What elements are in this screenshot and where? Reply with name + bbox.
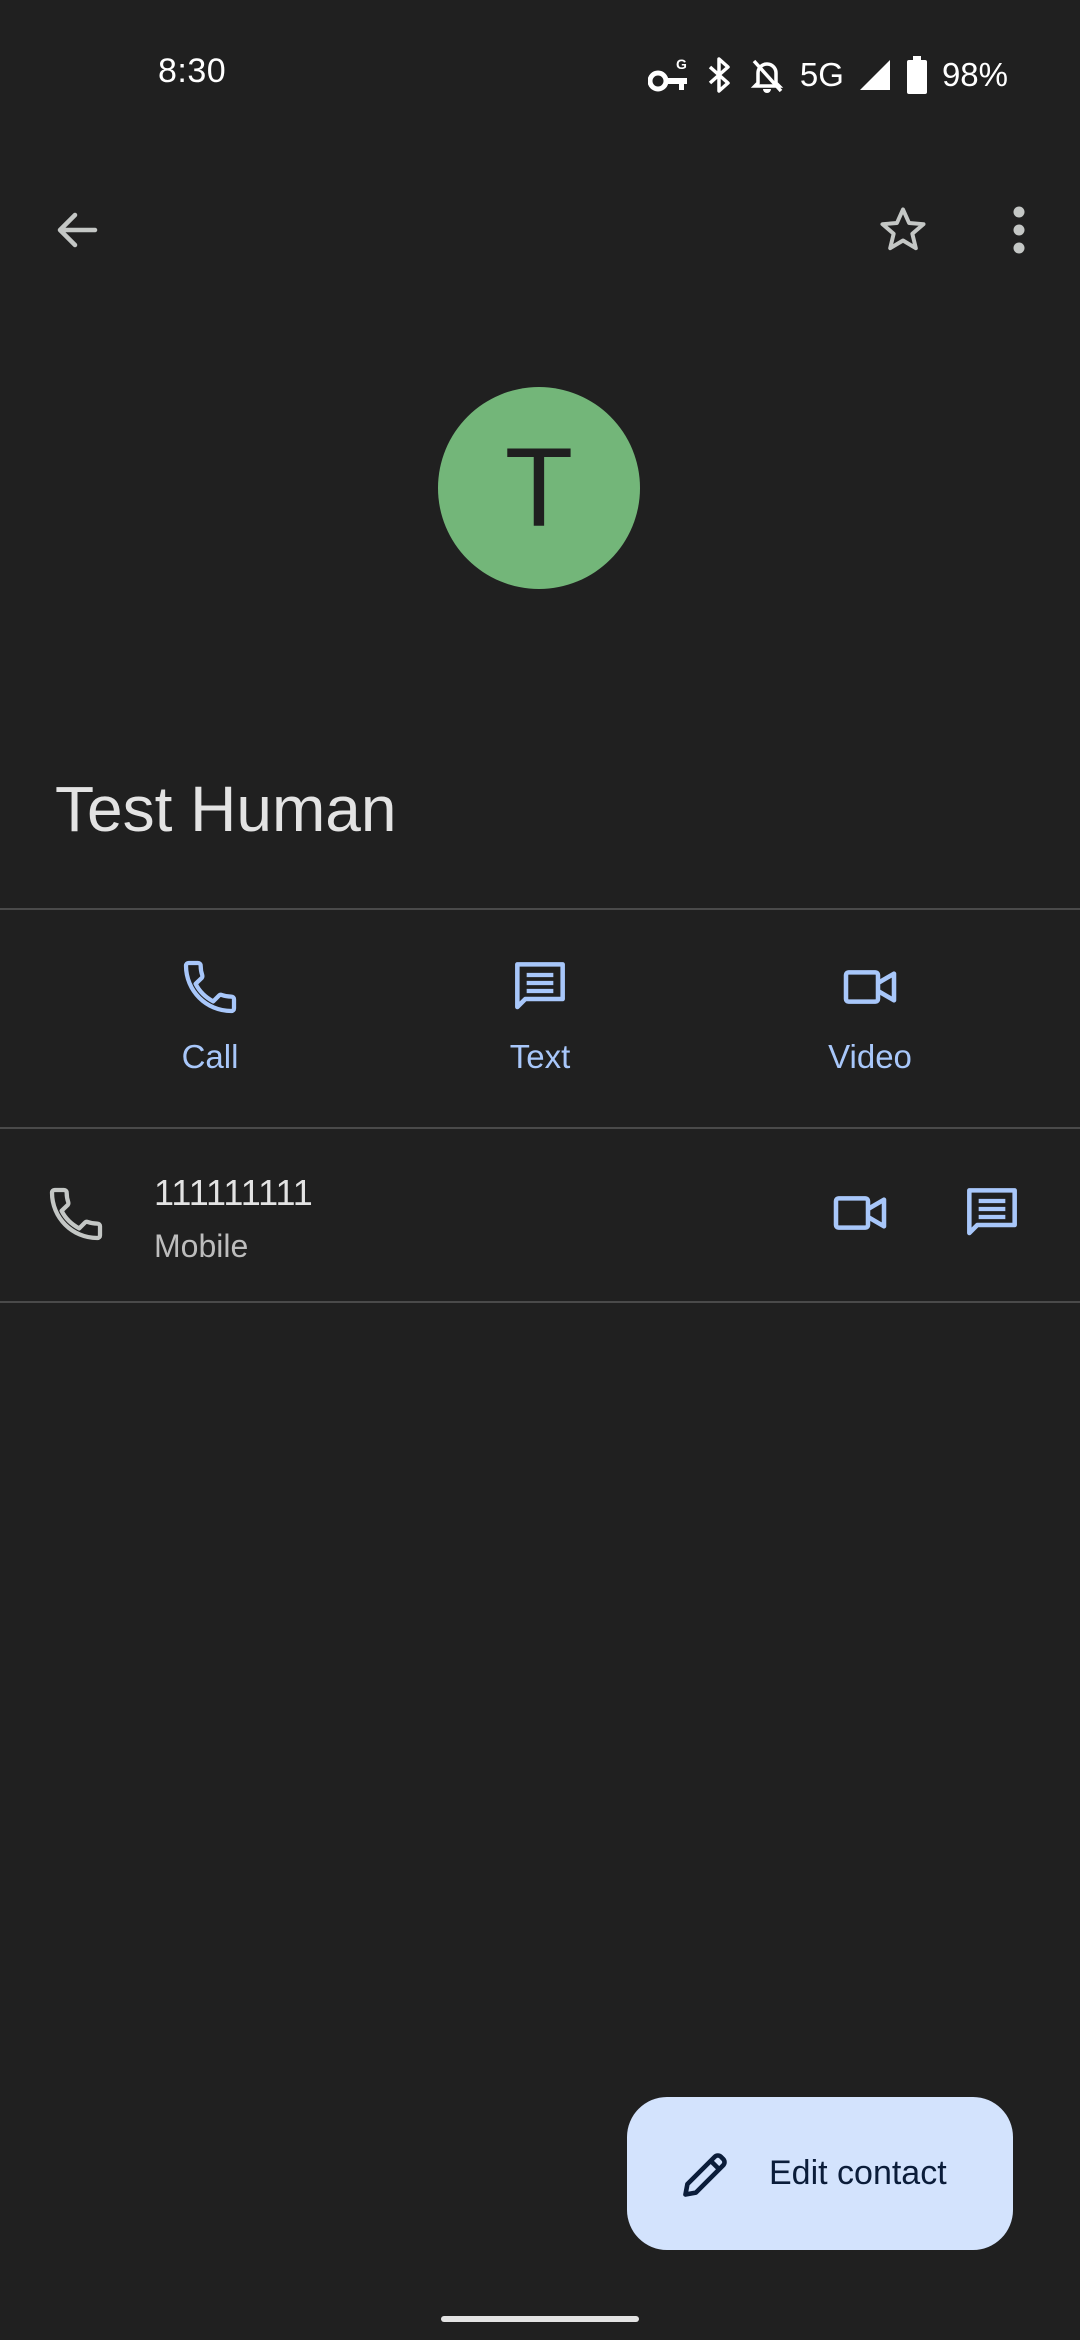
battery-percent: 98% xyxy=(941,56,1008,93)
message-icon xyxy=(508,955,572,1024)
vpn-key-icon: G xyxy=(647,55,690,95)
gesture-navigation-bar[interactable] xyxy=(441,2316,639,2322)
message-icon xyxy=(960,1181,1024,1250)
text-button[interactable]: Text xyxy=(430,955,650,1095)
back-button[interactable] xyxy=(29,184,125,280)
notifications-off-icon xyxy=(748,55,786,95)
phone-message-button[interactable] xyxy=(944,1167,1040,1263)
phone-entry-row[interactable] xyxy=(0,1129,1080,1301)
video-label: Video xyxy=(828,1038,912,1075)
phone-icon xyxy=(178,955,242,1024)
videocam-icon xyxy=(838,955,902,1024)
edit-contact-button[interactable]: Edit contact xyxy=(627,2097,1013,2250)
signal-icon xyxy=(858,58,892,92)
video-button[interactable]: Video xyxy=(760,955,980,1095)
call-label: Call xyxy=(181,1038,239,1075)
star-outline-icon xyxy=(875,202,931,263)
phone-video-call-button[interactable] xyxy=(812,1167,908,1263)
videocam-icon xyxy=(828,1181,892,1250)
call-button[interactable]: Call xyxy=(100,955,320,1095)
phone-icon xyxy=(44,1182,108,1251)
battery-icon xyxy=(906,56,928,94)
edit-contact-label: Edit contact xyxy=(769,2154,947,2192)
phone-number: 111111111 xyxy=(154,1172,313,1213)
status-icons: G 5G 98% xyxy=(647,52,1008,98)
svg-text:G: G xyxy=(676,56,687,72)
contact-name: Test Human xyxy=(55,773,397,845)
favorite-button[interactable] xyxy=(855,184,951,280)
contact-avatar: T xyxy=(438,387,640,589)
network-type: 5G xyxy=(799,56,844,93)
more-vert-icon xyxy=(1011,206,1027,259)
edit-pencil-icon xyxy=(677,2145,735,2203)
status-time: 8:30 xyxy=(158,52,227,90)
divider xyxy=(0,1301,1080,1303)
bluetooth-icon xyxy=(704,55,734,95)
phone-type: Mobile xyxy=(154,1228,249,1264)
divider xyxy=(0,908,1080,910)
back-arrow-icon xyxy=(53,206,101,259)
avatar-initial: T xyxy=(504,425,574,550)
more-options-button[interactable] xyxy=(971,184,1067,280)
text-label: Text xyxy=(509,1038,571,1075)
